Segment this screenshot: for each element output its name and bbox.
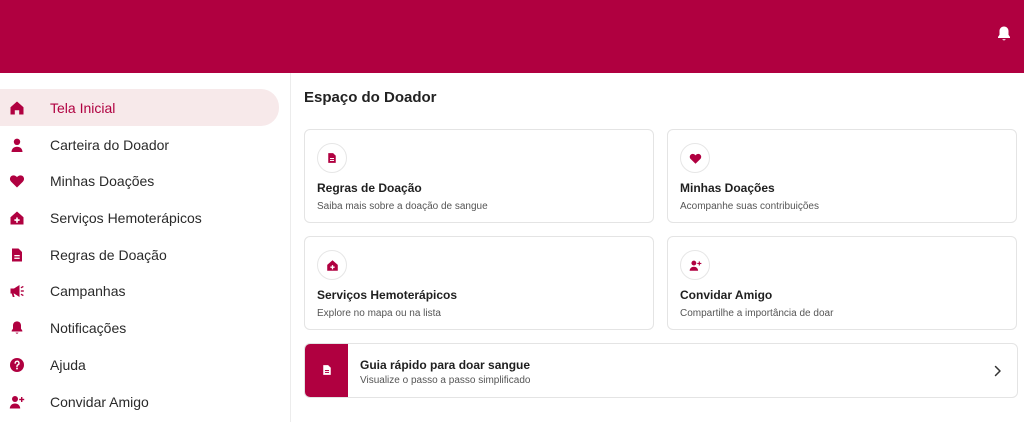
- home-icon: [8, 99, 26, 117]
- guide-subtitle: Visualize o passo a passo simplificado: [360, 375, 531, 386]
- sidebar-item-label: Notificações: [50, 319, 127, 336]
- megaphone-icon: [8, 282, 26, 300]
- card-convidar-amigo[interactable]: Convidar Amigo Compartilhe a importância…: [667, 236, 1017, 330]
- guide-icon-panel: [305, 344, 348, 397]
- card-subtitle: Explore no mapa ou na lista: [317, 308, 441, 319]
- person-add-icon: [680, 250, 710, 280]
- card-minhas-doacoes[interactable]: Minhas Doações Acompanhe suas contribuiç…: [667, 129, 1017, 223]
- person-add-icon: [8, 393, 26, 411]
- sidebar-item-label: Carteira do Doador: [50, 136, 170, 153]
- medical-home-icon: [8, 209, 26, 227]
- sidebar-item-label: Tela Inicial: [50, 99, 116, 116]
- app-header: [0, 0, 1024, 73]
- help-icon: [8, 356, 26, 374]
- sidebar-item-ajuda[interactable]: Ajuda: [0, 346, 279, 383]
- sidebar-item-convidar-amigo[interactable]: Convidar Amigo: [0, 383, 279, 420]
- card-title: Regras de Doação: [317, 181, 422, 195]
- document-icon: [317, 143, 347, 173]
- sidebar-item-regras-de-doacao[interactable]: Regras de Doação: [0, 236, 279, 273]
- document-icon: [321, 363, 333, 381]
- heart-icon: [680, 143, 710, 173]
- card-subtitle: Saiba mais sobre a doação de sangue: [317, 201, 488, 212]
- sidebar-item-carteira-do-doador[interactable]: Carteira do Doador: [0, 126, 279, 163]
- card-title: Serviços Hemoterápicos: [317, 288, 458, 302]
- chevron-right-icon: [993, 364, 1003, 378]
- person-icon: [8, 136, 26, 154]
- sidebar-item-servicos-hemoterapicos[interactable]: Serviços Hemoterápicos: [0, 199, 279, 236]
- quick-guide-banner[interactable]: Guia rápido para doar sangue Visualize o…: [304, 343, 1018, 398]
- guide-title: Guia rápido para doar sangue: [360, 358, 531, 372]
- card-regras-de-doacao[interactable]: Regras de Doação Saiba mais sobre a doaç…: [304, 129, 654, 223]
- card-title: Minhas Doações: [680, 181, 775, 195]
- sidebar-item-label: Serviços Hemoterápicos: [50, 209, 202, 226]
- sidebar-item-label: Convidar Amigo: [50, 393, 149, 410]
- sidebar-item-tela-inicial[interactable]: Tela Inicial: [0, 89, 279, 126]
- bell-icon: [996, 25, 1012, 48]
- card-title: Convidar Amigo: [680, 288, 773, 302]
- medical-home-icon: [317, 250, 347, 280]
- document-icon: [8, 246, 26, 264]
- sidebar-item-label: Minhas Doações: [50, 172, 155, 189]
- sidebar-item-campanhas[interactable]: Campanhas: [0, 272, 279, 309]
- heart-icon: [8, 172, 26, 190]
- notifications-button[interactable]: [994, 26, 1014, 46]
- main-content: Espaço do Doador Regras de Doação Saiba …: [292, 73, 1024, 422]
- sidebar-item-notificacoes[interactable]: Notificações: [0, 309, 279, 346]
- sidebar-item-label: Campanhas: [50, 282, 126, 299]
- page-title: Espaço do Doador: [304, 89, 437, 106]
- sidebar-item-minhas-doacoes[interactable]: Minhas Doações: [0, 162, 279, 199]
- sidebar-item-label: Regras de Doação: [50, 246, 167, 263]
- card-subtitle: Compartilhe a importância de doar: [680, 308, 834, 319]
- bell-icon: [8, 319, 26, 337]
- card-subtitle: Acompanhe suas contribuições: [680, 201, 819, 212]
- sidebar: Tela Inicial Carteira do Doador Minhas D…: [0, 73, 291, 422]
- card-servicos-hemoterapicos[interactable]: Serviços Hemoterápicos Explore no mapa o…: [304, 236, 654, 330]
- sidebar-item-label: Ajuda: [50, 356, 86, 373]
